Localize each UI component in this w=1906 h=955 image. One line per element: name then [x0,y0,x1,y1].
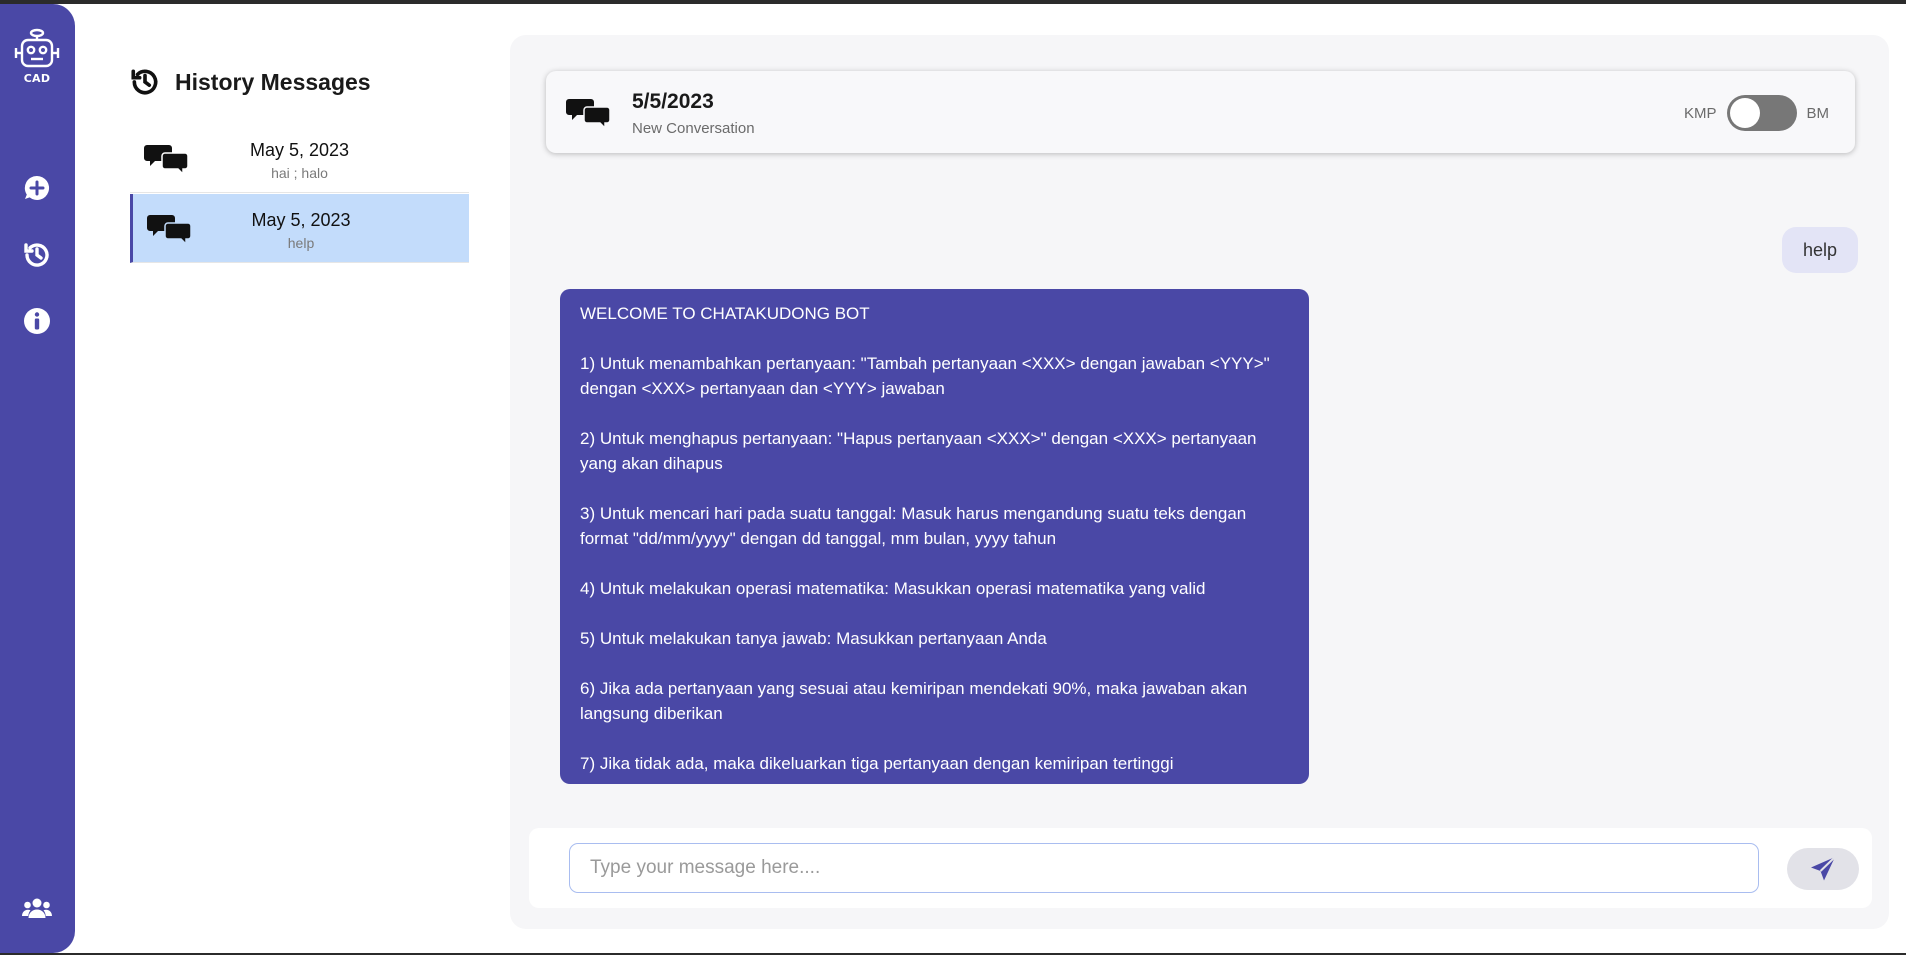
toggle-label-kmp: KMP [1683,104,1717,122]
algorithm-toggle-group: KMP BM [1684,95,1829,131]
nav-rail: CAD [0,4,75,953]
history-item-active[interactable]: May 5, 2023 help [130,194,469,263]
send-icon [1811,856,1836,881]
history-header: History Messages [129,66,371,98]
conversation-date: 5/5/2023 [632,90,714,113]
conversation-header: 5/5/2023 New Conversation KMP BM [546,71,1855,153]
history-item-preview: hai ; halo [271,165,328,181]
history-item-date: May 5, 2023 [249,140,350,160]
users-icon [22,898,52,918]
history-item-date: May 5, 2023 [251,210,351,230]
info-nav-button[interactable] [19,303,55,339]
logo-text: CAD [23,72,51,85]
plus-chat-icon [24,175,50,200]
robot-icon [14,28,60,68]
message-composer [529,828,1872,908]
chat-panel: 5/5/2023 New Conversation KMP BM help WE… [510,35,1889,929]
message-input[interactable] [569,843,1759,893]
new-chat-button[interactable] [19,170,55,206]
comments-icon [566,98,611,132]
info-icon [24,308,50,334]
team-nav-button[interactable] [19,890,55,926]
app-window: CAD History Messages May 5, 2023 hai ; h… [0,4,1906,953]
bot-message-bubble: WELCOME TO CHATAKUDONG BOT 1) Untuk mena… [560,289,1309,784]
history-icon [131,69,158,95]
algorithm-toggle[interactable] [1726,95,1797,131]
history-title: History Messages [175,68,371,95]
chat-main: 5/5/2023 New Conversation KMP BM help WE… [479,4,1906,953]
history-icon [24,243,49,267]
send-button[interactable] [1787,848,1859,890]
history-panel: History Messages May 5, 2023 hai ; halo … [75,4,479,953]
conversation-subtitle: New Conversation [632,120,755,137]
history-nav-button[interactable] [19,237,55,273]
toggle-label-bm: BM [1806,104,1830,122]
app-logo[interactable]: CAD [13,28,61,92]
history-item[interactable]: May 5, 2023 hai ; halo [130,124,469,193]
history-item-preview: help [287,235,315,251]
toggle-knob [1729,98,1760,128]
user-message-bubble: help [1781,227,1858,273]
